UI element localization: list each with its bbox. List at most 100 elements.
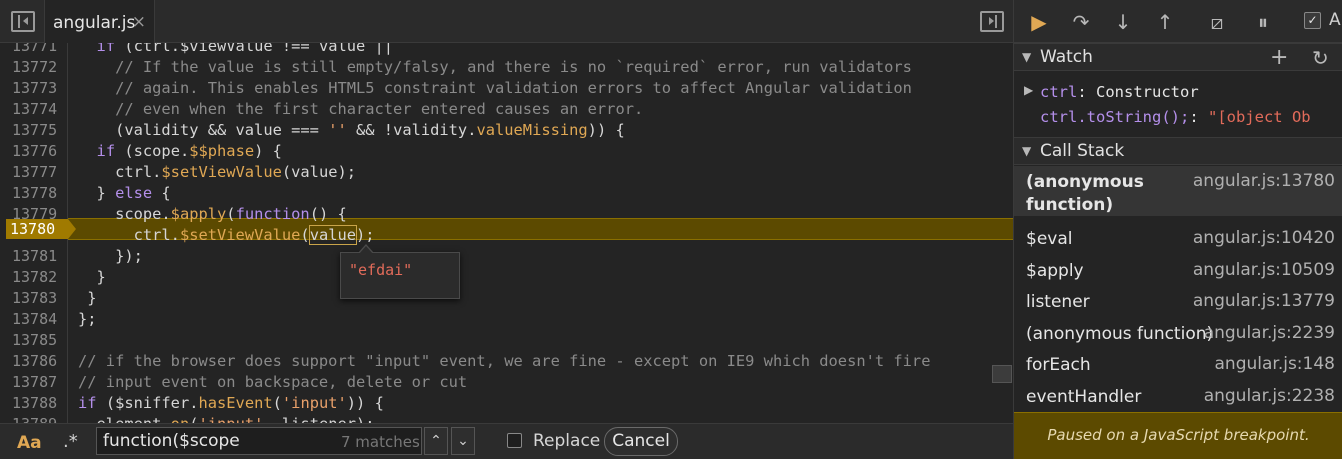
code-line: ctrl.$setViewValue(value); — [78, 163, 357, 181]
pause-on-exceptions-icon[interactable]: ⏸ — [1250, 10, 1276, 34]
code-line: ctrl.$setViewValue(value); — [78, 225, 375, 245]
editor-tab-bar: angular.js × — [0, 0, 1013, 44]
frame-function-name: (anonymous function) — [1026, 172, 1144, 215]
code-line: } — [78, 289, 97, 307]
next-match-button[interactable]: ⌄ — [451, 427, 475, 455]
close-icon[interactable]: × — [132, 12, 146, 32]
frame-function-name: (anonymous function) — [1026, 323, 1214, 344]
watch-separator: : — [1189, 108, 1208, 126]
call-frame[interactable]: $eval angular.js:10420 — [1014, 223, 1342, 254]
frame-location[interactable]: angular.js:2238 — [1204, 386, 1335, 406]
frame-function-name: eventHandler — [1026, 386, 1142, 407]
code-line: // If the value is still empty/falsy, an… — [115, 58, 912, 76]
popover-value: "efdai" — [349, 261, 413, 279]
watch-separator: : — [1077, 83, 1096, 101]
line-number[interactable]: 13787 — [12, 372, 57, 393]
frame-location[interactable]: angular.js:10509 — [1193, 260, 1335, 280]
debugger-sidebar: ▶ ↷ ↓ ↑ ⧄ ⏸ ✓ A ▼ Watch + ↻ ▶ ctrl: Const… — [1013, 0, 1342, 459]
line-number[interactable]: 13784 — [12, 309, 57, 330]
toggle-navigator-icon[interactable] — [11, 11, 35, 32]
file-tab[interactable]: angular.js × — [44, 0, 155, 44]
replace-checkbox[interactable] — [507, 433, 522, 448]
watch-expression[interactable]: ctrl.toString();: "[object Ob — [1014, 105, 1342, 129]
previous-match-button[interactable]: ⌃ — [424, 427, 448, 455]
code-line: element.on('input', listener); — [78, 414, 375, 423]
case-sensitive-toggle[interactable]: Aa — [17, 433, 42, 453]
paused-status-banner: Paused on a JavaScript breakpoint. — [1014, 412, 1342, 459]
line-number[interactable]: 13789 — [12, 414, 57, 423]
code-line: } — [78, 268, 106, 286]
line-number[interactable]: 13772 — [12, 57, 57, 78]
line-number[interactable]: 13771 — [12, 43, 57, 57]
line-number[interactable]: 13778 — [12, 183, 57, 204]
frame-location[interactable]: angular.js:13780 — [1193, 171, 1335, 191]
frame-function-name: $eval — [1026, 229, 1073, 249]
call-frame[interactable]: (anonymous function) angular.js:13780 — [1014, 166, 1342, 216]
step-out-icon[interactable]: ↑ — [1152, 10, 1178, 34]
chevron-down-icon: ⌄ — [457, 433, 469, 449]
deactivate-breakpoints-icon[interactable]: ⧄ — [1204, 10, 1230, 34]
line-number[interactable]: 13788 — [12, 393, 57, 414]
search-bar: Aa .* 7 matches ⌃ ⌄ Replace Cancel — [0, 423, 1013, 459]
code-view[interactable]: 13771 13772 13773 13774 13775 13776 13777 13778… — [0, 43, 1013, 423]
execution-line-marker[interactable]: 13780 — [6, 219, 76, 239]
line-number[interactable]: 13785 — [12, 330, 57, 351]
line-number[interactable]: 13786 — [12, 351, 57, 372]
frame-location[interactable]: angular.js:148 — [1215, 354, 1336, 374]
collapse-triangle-icon: ▼ — [1022, 50, 1032, 64]
watch-value: Constructor — [1096, 83, 1199, 101]
line-number[interactable]: 13774 — [12, 99, 57, 120]
call-frame[interactable]: eventHandler angular.js:2238 — [1014, 381, 1342, 412]
line-number[interactable]: 13775 — [12, 120, 57, 141]
watch-title: Watch — [1040, 47, 1093, 67]
call-frame[interactable]: (anonymous function) angular.js:2239 — [1014, 318, 1342, 349]
async-checkbox[interactable]: ✓ — [1304, 12, 1321, 29]
cancel-button[interactable]: Cancel — [604, 427, 678, 456]
code-line: (validity && value === '' && !validity.v… — [78, 121, 625, 139]
code-line: if (scope.$$phase) { — [96, 142, 282, 160]
watch-expression[interactable]: ▶ ctrl: Constructor — [1014, 80, 1342, 104]
frame-function-name: $apply — [1026, 260, 1084, 281]
frame-location[interactable]: angular.js:10420 — [1193, 228, 1335, 248]
code-line: // input event on backspace, delete or c… — [78, 373, 468, 391]
call-frame[interactable]: forEach angular.js:148 — [1014, 349, 1342, 380]
resume-icon[interactable]: ▶ — [1026, 10, 1052, 34]
line-number[interactable]: 13782 — [12, 267, 57, 288]
code-line: }); — [78, 247, 143, 265]
line-number[interactable]: 13776 — [12, 141, 57, 162]
frame-function-name: listener — [1026, 292, 1090, 312]
regex-toggle[interactable]: .* — [63, 431, 78, 452]
debugger-toolbar: ▶ ↷ ↓ ↑ ⧄ ⏸ ✓ A — [1014, 0, 1342, 43]
code-line: } else { — [78, 184, 171, 202]
chevron-up-icon: ⌃ — [430, 433, 442, 449]
call-frame[interactable]: listener angular.js:13779 — [1014, 286, 1342, 317]
step-into-icon[interactable]: ↓ — [1110, 10, 1136, 34]
line-number[interactable]: 13783 — [12, 288, 57, 309]
watch-name: ctrl — [1040, 83, 1078, 101]
watch-name: ctrl.toString(); — [1040, 108, 1190, 126]
add-watch-icon[interactable]: + — [1270, 45, 1288, 70]
value-popover: "efdai" — [340, 244, 460, 299]
refresh-icon[interactable]: ↻ — [1312, 46, 1329, 70]
line-number[interactable]: 13781 — [12, 246, 57, 267]
line-number[interactable]: 13777 — [12, 162, 57, 183]
code-line: }; — [78, 310, 97, 328]
code-line: // again. This enables HTML5 constraint … — [115, 79, 912, 97]
code-line: // even when the first character entered… — [115, 100, 644, 118]
line-number[interactable]: 13773 — [12, 78, 57, 99]
code-line: // if the browser does support "input" e… — [78, 352, 931, 370]
collapse-triangle-icon: ▼ — [1022, 144, 1032, 158]
watch-section-header[interactable]: ▼ Watch + ↻ — [1014, 43, 1342, 71]
file-tab-label: angular.js — [53, 13, 136, 33]
call-frame[interactable]: $apply angular.js:10509 — [1014, 255, 1342, 286]
callstack-title: Call Stack — [1040, 141, 1125, 161]
frame-location[interactable]: angular.js:2239 — [1204, 323, 1335, 343]
code-line: if ($sniffer.hasEvent('input')) { — [78, 394, 384, 412]
source-editor-pane: angular.js × 13771 13772 13773 13774 13775 13… — [0, 0, 1013, 459]
step-over-icon[interactable]: ↷ — [1068, 10, 1094, 34]
frame-location[interactable]: angular.js:13779 — [1193, 291, 1335, 311]
vertical-scrollbar-thumb[interactable] — [992, 365, 1012, 383]
callstack-section-header[interactable]: ▼ Call Stack — [1014, 137, 1342, 165]
expand-triangle-icon[interactable]: ▶ — [1024, 83, 1033, 97]
toggle-debugger-sidebar-icon[interactable] — [980, 11, 1004, 32]
